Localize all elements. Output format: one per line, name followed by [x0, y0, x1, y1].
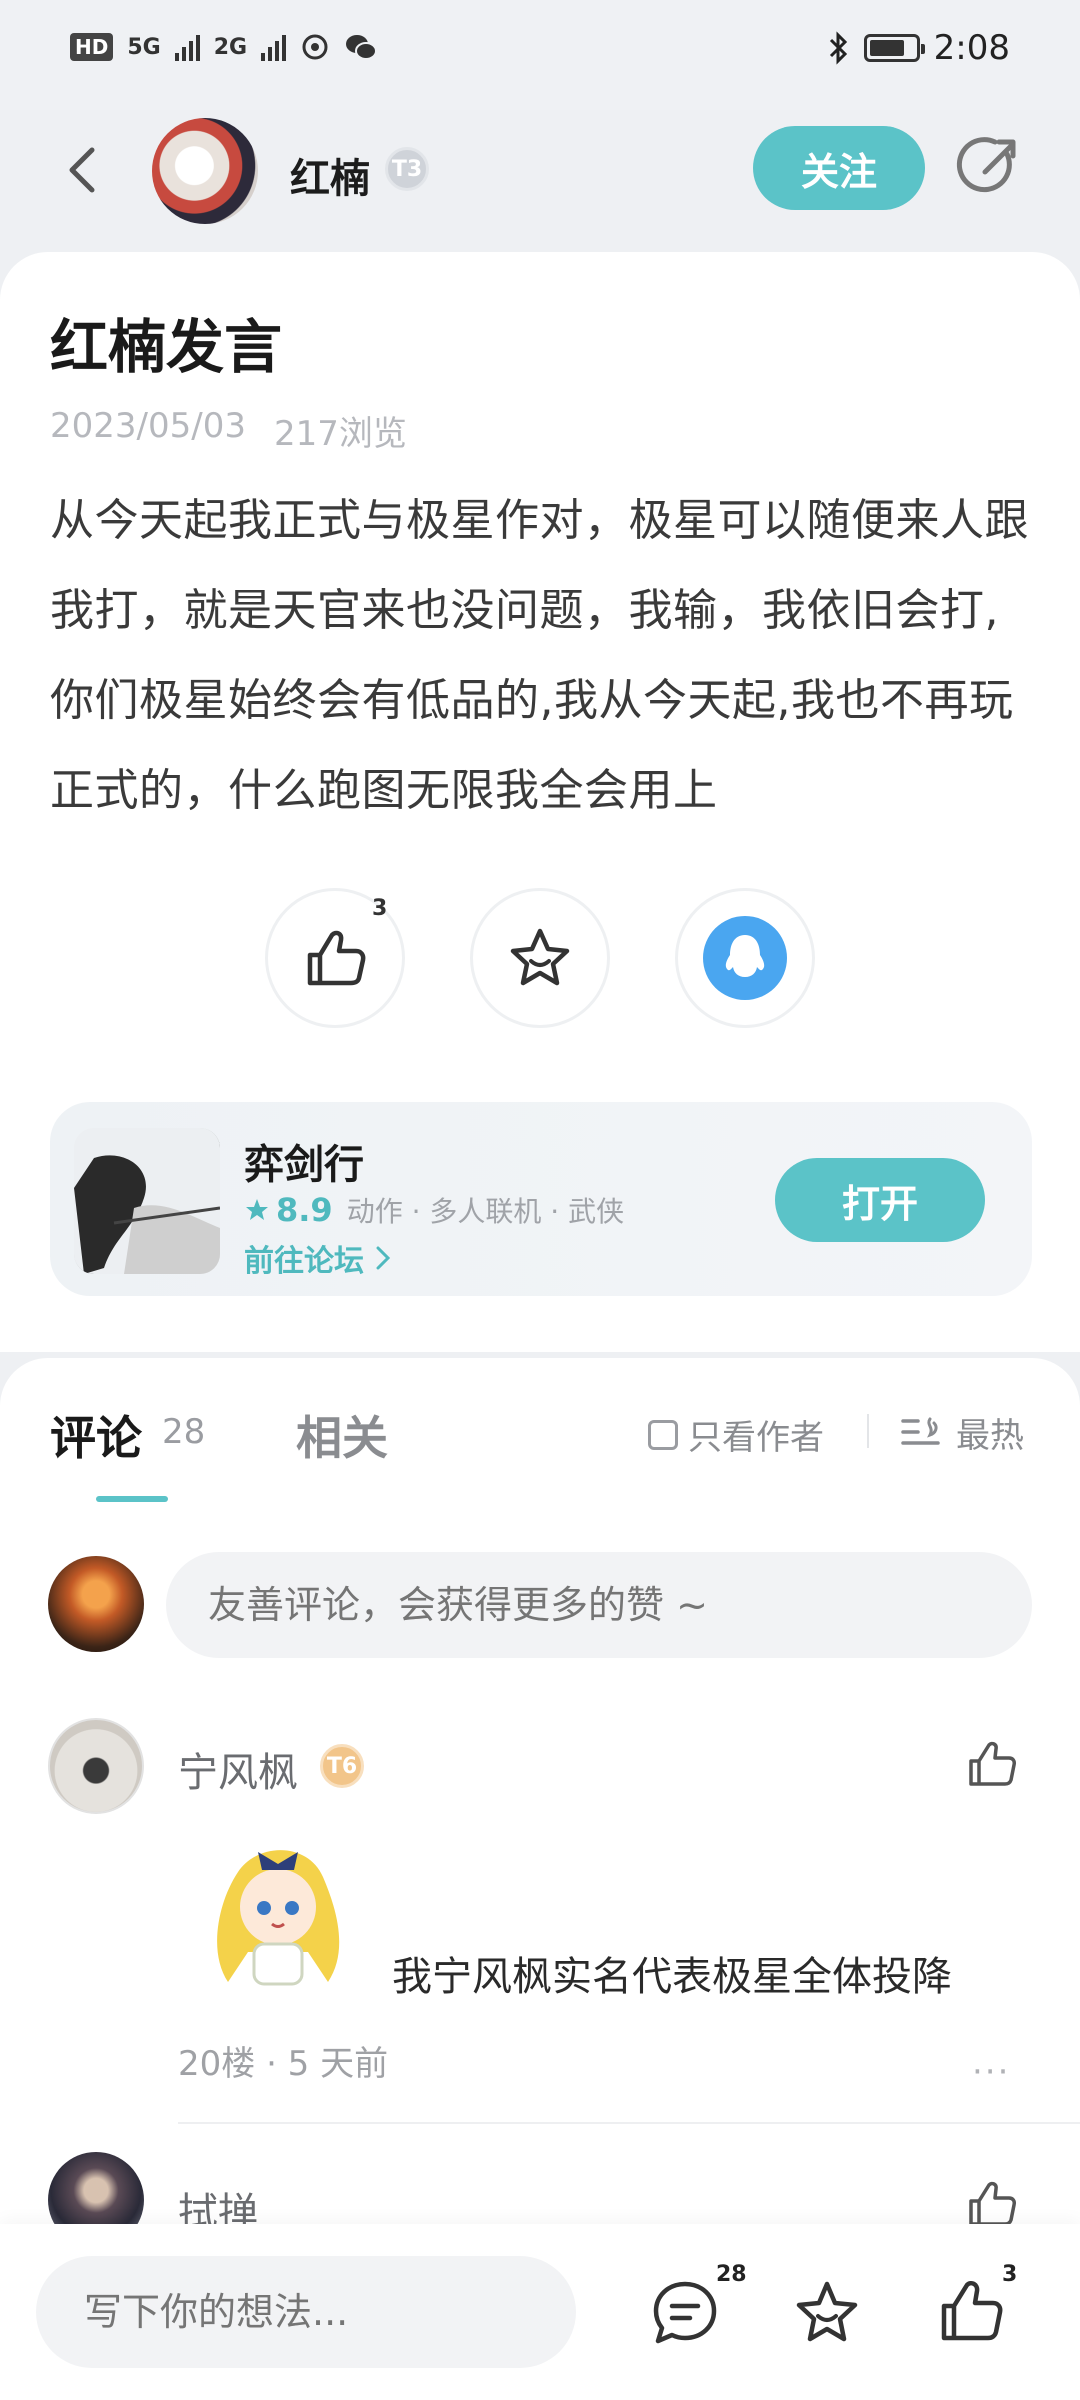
bottom-thumbs-up-icon[interactable] [936, 2276, 1006, 2346]
game-rating-value: 8.9 [276, 1191, 333, 1229]
game-cover-art [74, 1128, 220, 1274]
game-forum-label: 前往论坛 [244, 1244, 364, 1279]
bottom-comment-input[interactable] [36, 2256, 576, 2368]
post-views: 217浏览 [273, 414, 407, 454]
app-notification-icon [302, 34, 328, 60]
sort-label: 最热 [956, 1416, 1024, 1456]
comment-like-icon[interactable] [964, 1736, 1020, 1792]
comment-avatar[interactable] [48, 1718, 144, 1814]
network-2g-label: 2G [213, 34, 248, 60]
author-only-label: 只看作者 [688, 1418, 824, 1458]
game-rating: 8.9 [244, 1191, 333, 1229]
game-cover-image[interactable] [74, 1128, 220, 1274]
comment-meta: 20楼 · 5 天前 [178, 2044, 389, 2084]
sort-button[interactable]: 最热 [900, 1408, 1024, 1457]
tab-related[interactable]: 相关 [296, 1402, 388, 1468]
comment-input[interactable] [166, 1552, 1032, 1658]
my-avatar [48, 1556, 144, 1652]
tab-active-indicator [96, 1496, 168, 1502]
signal-icon [174, 33, 200, 61]
chevron-right-icon [376, 1246, 391, 1270]
comment-author-name[interactable]: 宁风枫 [178, 1740, 298, 1798]
comment-icon[interactable] [650, 2278, 720, 2348]
network-5g-label: 5G [127, 34, 161, 60]
bluetooth-icon [829, 31, 847, 65]
favorite-button[interactable] [470, 888, 610, 1028]
level-badge: T3 [385, 147, 429, 191]
share-qq-button[interactable] [675, 888, 815, 1028]
back-icon[interactable] [58, 140, 108, 200]
post-body: 从今天起我正式与极星作对，极星可以随便来人跟我打，就是天官来也没问题，我输，我依… [50, 495, 1029, 816]
star-face-icon [510, 928, 570, 986]
tab-comments-count: 28 [162, 1412, 206, 1452]
more-options-icon[interactable]: ··· [972, 2052, 1010, 2092]
open-game-button[interactable]: 打开 [775, 1158, 985, 1242]
game-name[interactable]: 弈剑行 [244, 1132, 364, 1190]
tab-comments[interactable]: 评论 [50, 1402, 142, 1468]
comment-level-badge: T6 [320, 1744, 364, 1788]
wechat-icon [346, 35, 378, 60]
comment-text: 我宁风枫实名代表极星全体投降 [392, 1954, 952, 2000]
game-info-row: 8.9 动作 · 多人联机 · 武侠 [244, 1190, 624, 1230]
sort-icon [901, 1417, 940, 1445]
star-icon [246, 1199, 268, 1220]
like-count: 3 [372, 896, 388, 921]
battery-icon [863, 34, 925, 62]
game-tags: 动作 · 多人联机 · 武侠 [346, 1195, 625, 1228]
anime-sticker-image [217, 1850, 340, 1986]
bottom-star-face-icon[interactable] [792, 2278, 862, 2348]
clock: 2:08 [933, 28, 1010, 68]
thumbs-up-icon [307, 930, 366, 986]
follow-button[interactable]: 关注 [753, 126, 925, 210]
share-icon[interactable] [955, 132, 1025, 202]
comment-divider [178, 2122, 1080, 2124]
qq-icon [703, 916, 787, 1000]
hd-indicator: HD [70, 33, 114, 61]
post-title: 红楠发言 [50, 313, 283, 381]
author-avatar[interactable] [152, 118, 258, 224]
filter-divider [867, 1414, 869, 1448]
signal-icon-2 [261, 33, 287, 61]
bottom-comment-count: 28 [716, 2262, 747, 2287]
author-only-toggle[interactable]: 只看作者 [648, 1410, 824, 1459]
status-left: HD 5G 2G [70, 32, 378, 62]
status-right: 2:08 [828, 28, 1010, 68]
game-forum-link[interactable]: 前往论坛 [244, 1236, 392, 1280]
post-meta: 2023/05/03 217浏览 [50, 406, 407, 455]
bottom-like-count: 3 [1002, 2262, 1018, 2287]
post-date: 2023/05/03 [50, 406, 246, 446]
author-name[interactable]: 红楠 [290, 146, 370, 204]
author-only-checkbox[interactable] [648, 1419, 678, 1450]
